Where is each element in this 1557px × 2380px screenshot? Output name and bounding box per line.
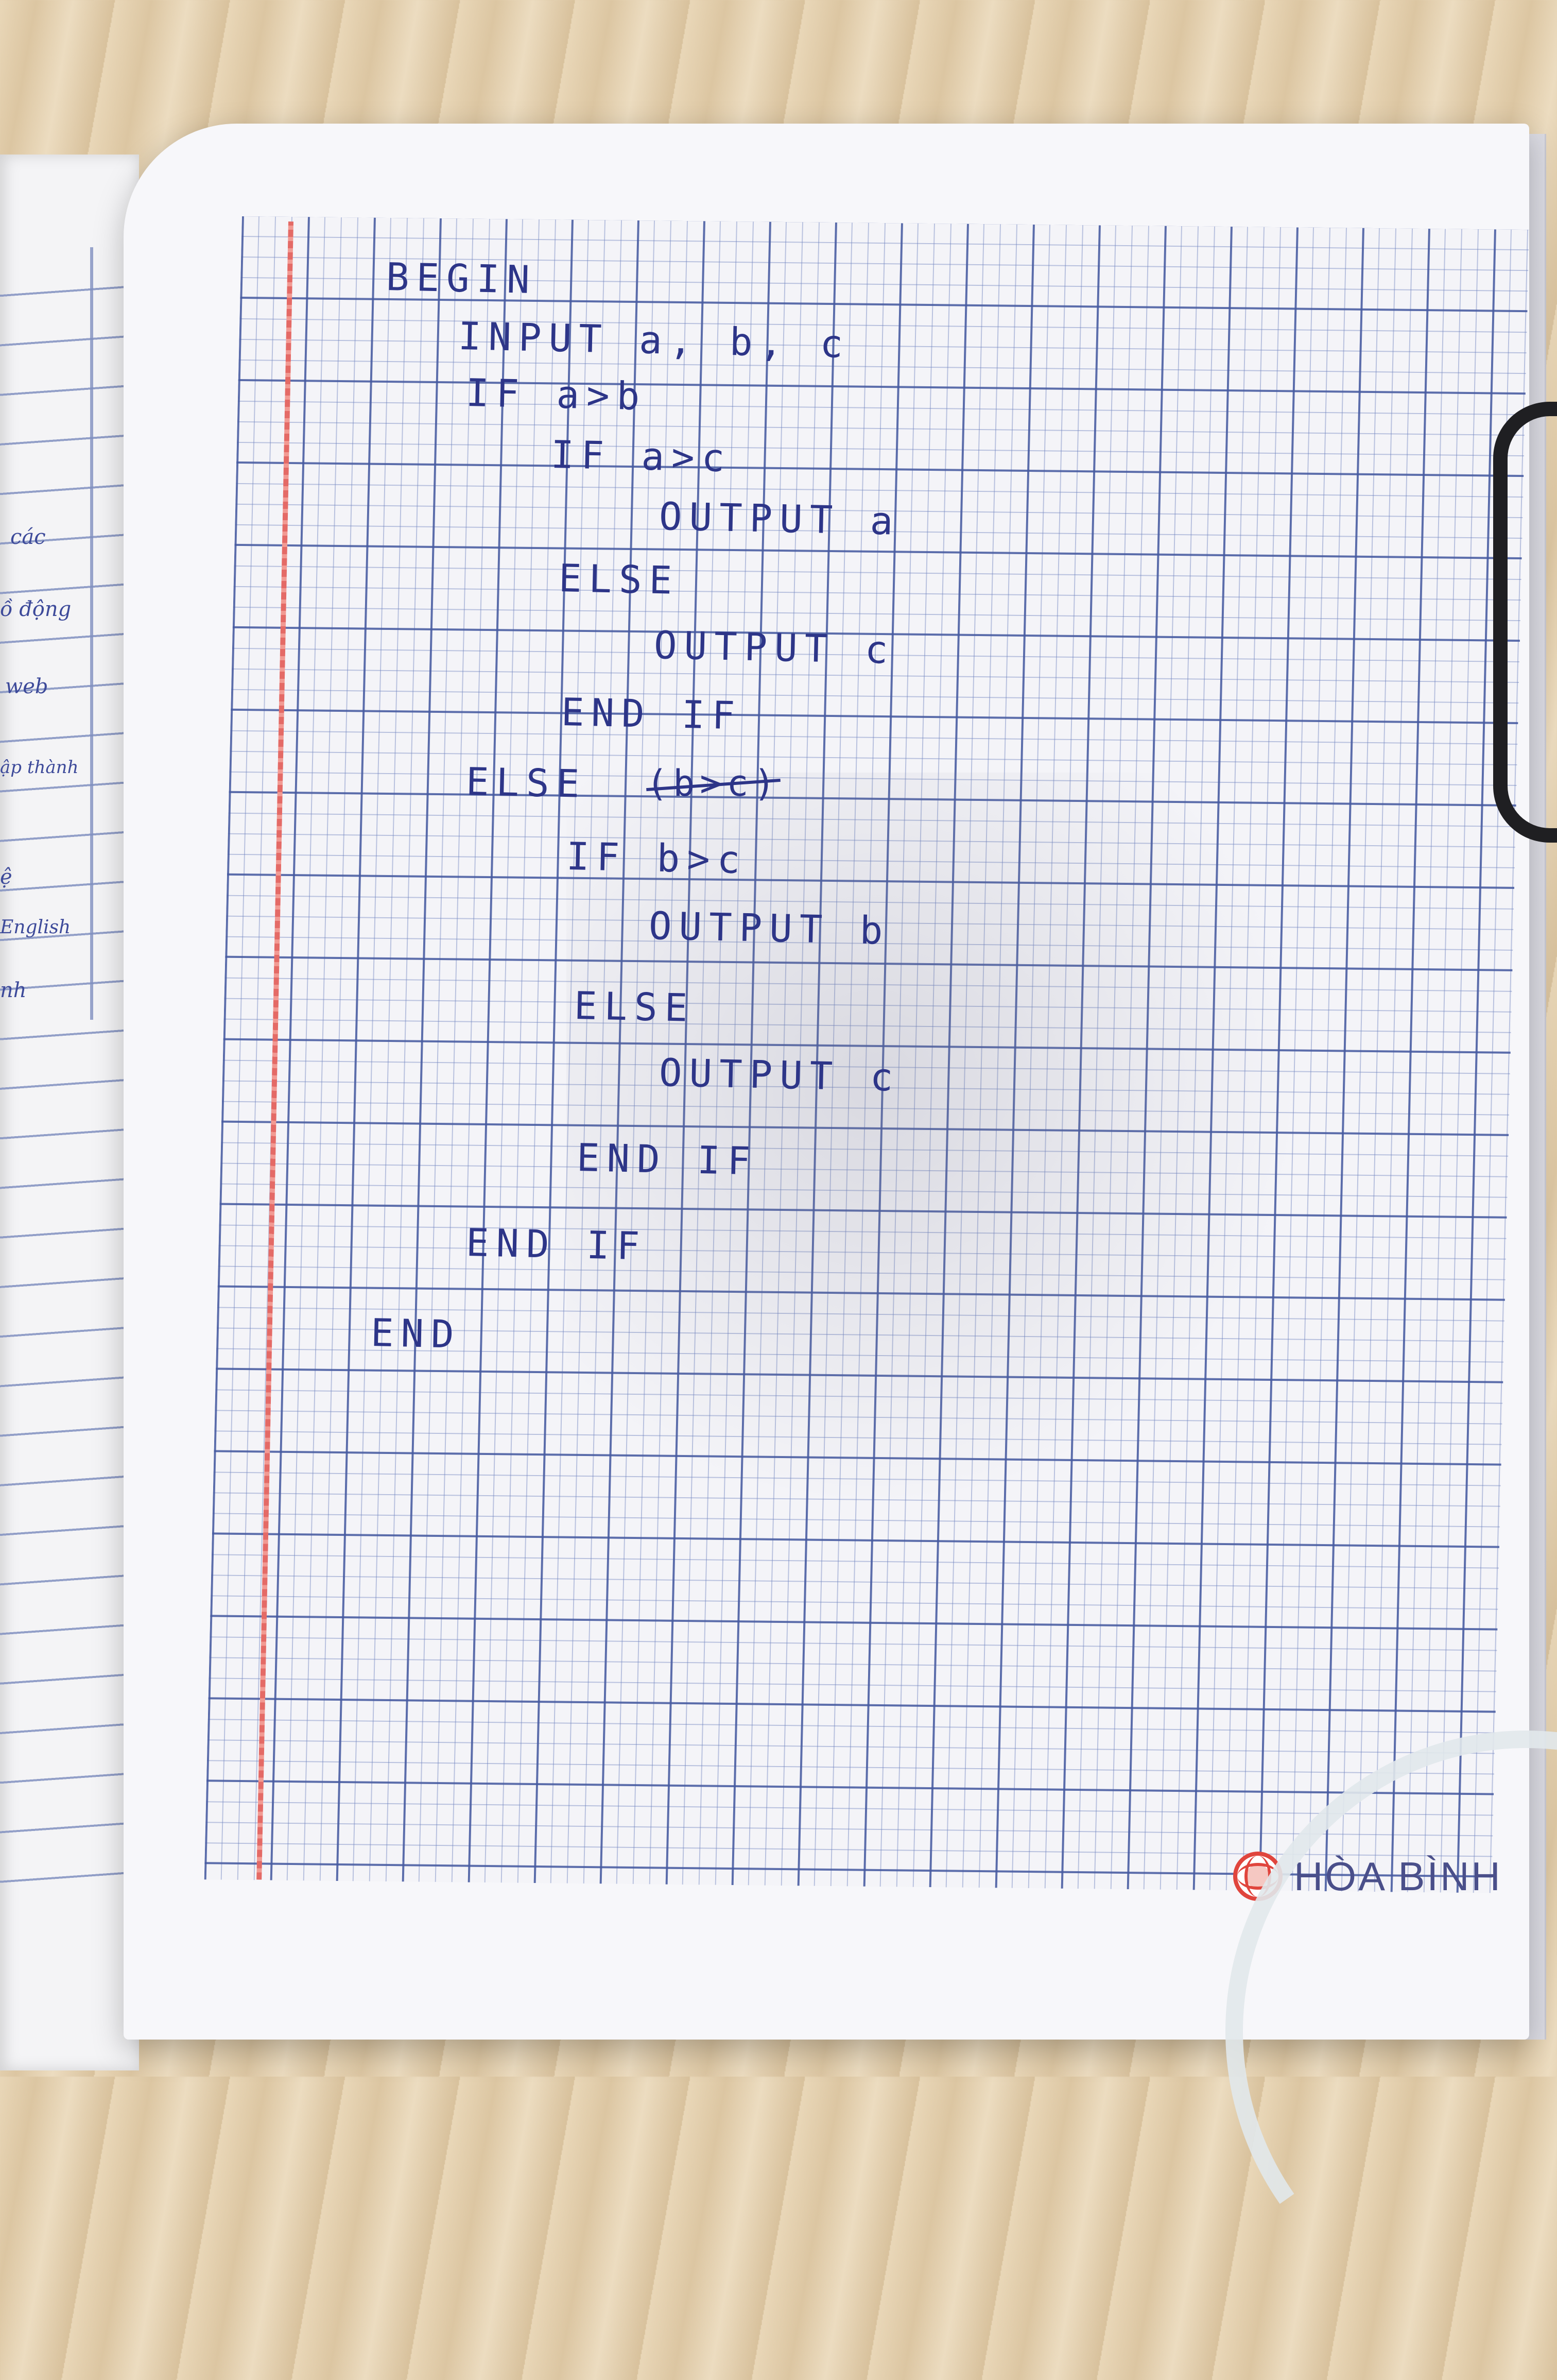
code-line-else-outer: ELSE	[465, 760, 587, 807]
left-page-ruled-lines	[0, 247, 134, 1895]
black-cable	[1493, 402, 1557, 843]
code-line-end-if-outer: END IF	[465, 1221, 648, 1269]
left-note: English	[0, 917, 71, 938]
code-line-if-outer: IF a>b	[465, 371, 648, 419]
left-notebook-page: các ồ động web ập thành ệ English nh	[0, 155, 139, 2070]
left-note: ệ	[0, 865, 12, 889]
code-line-output-a: OUTPUT a	[659, 494, 901, 544]
code-line-end-if-inner-2: END IF	[576, 1136, 758, 1184]
left-page-column-line	[90, 247, 93, 1020]
struck-out-note: (b>c)	[646, 762, 781, 804]
code-line-output-b: OUTPUT b	[648, 904, 891, 953]
code-line-else-inner-2: ELSE	[574, 984, 696, 1031]
left-note: các	[10, 525, 46, 549]
code-line-if-inner-1: IF a>c	[550, 433, 733, 481]
code-line-input: INPUT a, b, c	[458, 314, 851, 367]
code-line-end: END	[370, 1311, 462, 1357]
left-note: ồ động	[0, 597, 72, 621]
left-note: nh	[0, 979, 27, 1002]
code-line-end-if-inner-1: END IF	[561, 690, 743, 739]
left-note: ập thành	[0, 757, 79, 778]
code-line-output-c-1: OUTPUT c	[653, 623, 896, 673]
left-note: web	[5, 675, 48, 698]
code-line-else-inner-1: ELSE	[558, 556, 680, 603]
code-line-begin: BEGIN	[386, 255, 538, 303]
code-line-output-c-2: OUTPUT c	[659, 1051, 901, 1100]
code-line-if-inner-2: IF b>c	[566, 834, 748, 883]
